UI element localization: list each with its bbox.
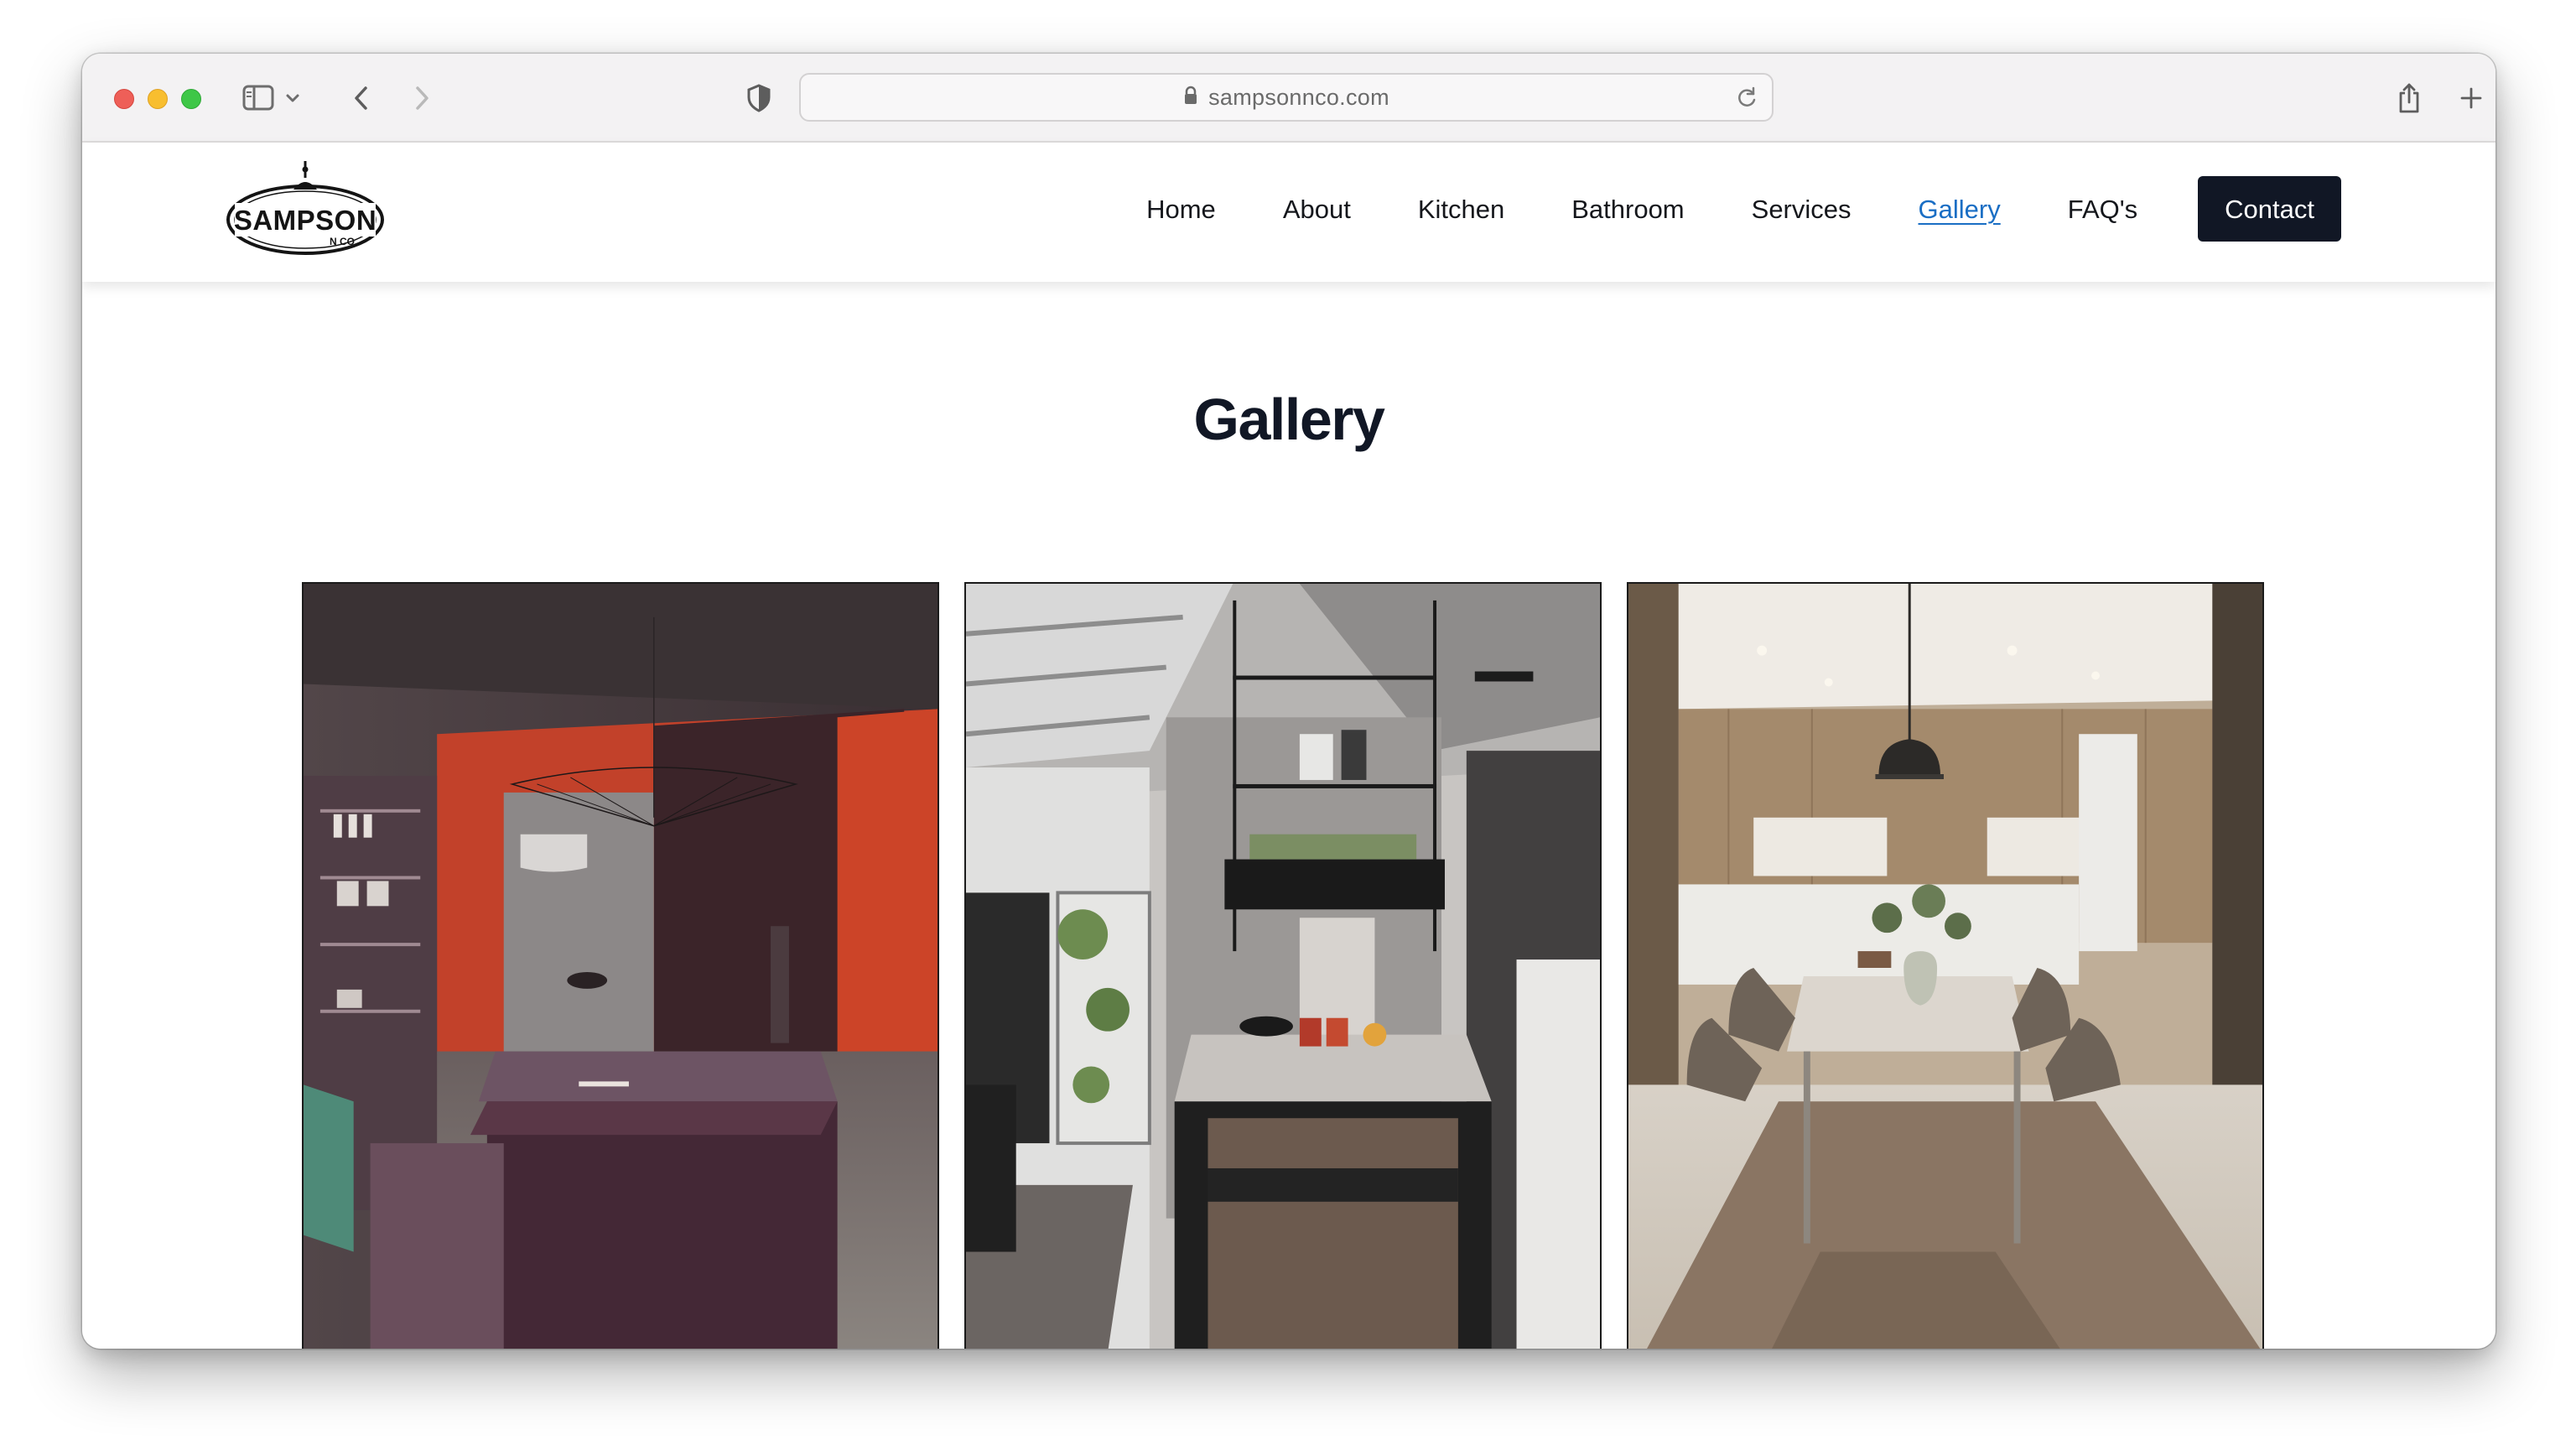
url-text: sampsonnco.com <box>1208 84 1389 110</box>
site-header: SAMPSON N CO Home About Kitchen Bathroom… <box>82 143 2496 282</box>
reload-icon[interactable] <box>1735 86 1758 113</box>
maximize-window-button[interactable] <box>181 89 201 109</box>
nav-gallery[interactable]: Gallery <box>1919 196 2001 222</box>
chevron-down-icon[interactable] <box>280 77 305 119</box>
logo-suffix: N CO <box>330 236 355 247</box>
shield-icon[interactable] <box>738 77 780 119</box>
site-logo[interactable]: SAMPSON N CO <box>223 159 387 268</box>
nav-bathroom[interactable]: Bathroom <box>1571 196 1684 222</box>
sidebar-icon[interactable] <box>238 77 280 119</box>
nav-services[interactable]: Services <box>1752 196 1852 222</box>
browser-window: sampsonnco.com SAMPSON N CO Home About K… <box>82 54 2496 1349</box>
forward-icon[interactable] <box>401 77 443 119</box>
lock-icon <box>1183 86 1198 110</box>
back-icon[interactable] <box>340 77 382 119</box>
main-content: Gallery <box>82 282 2496 1349</box>
contact-button[interactable]: Contact <box>2198 176 2341 242</box>
share-icon[interactable] <box>2388 77 2430 119</box>
page-title: Gallery <box>1193 387 1385 452</box>
main-nav: Home About Kitchen Bathroom Services Gal… <box>1146 176 2341 242</box>
new-tab-icon[interactable] <box>2450 77 2492 119</box>
nav-home[interactable]: Home <box>1146 196 1216 222</box>
close-window-button[interactable] <box>114 89 134 109</box>
address-bar[interactable]: sampsonnco.com <box>799 73 1774 122</box>
minimize-window-button[interactable] <box>148 89 168 109</box>
logo-wordmark: SAMPSON <box>234 205 377 236</box>
nav-about[interactable]: About <box>1283 196 1351 222</box>
nav-kitchen[interactable]: Kitchen <box>1418 196 1504 222</box>
gallery-image-dining-kitchen[interactable] <box>1627 582 2264 1349</box>
nav-faqs[interactable]: FAQ's <box>2068 196 2137 222</box>
browser-toolbar: sampsonnco.com <box>82 54 2496 143</box>
gallery-image-red-kitchen[interactable] <box>302 582 939 1349</box>
gallery-image-industrial-kitchen[interactable] <box>964 582 1602 1349</box>
